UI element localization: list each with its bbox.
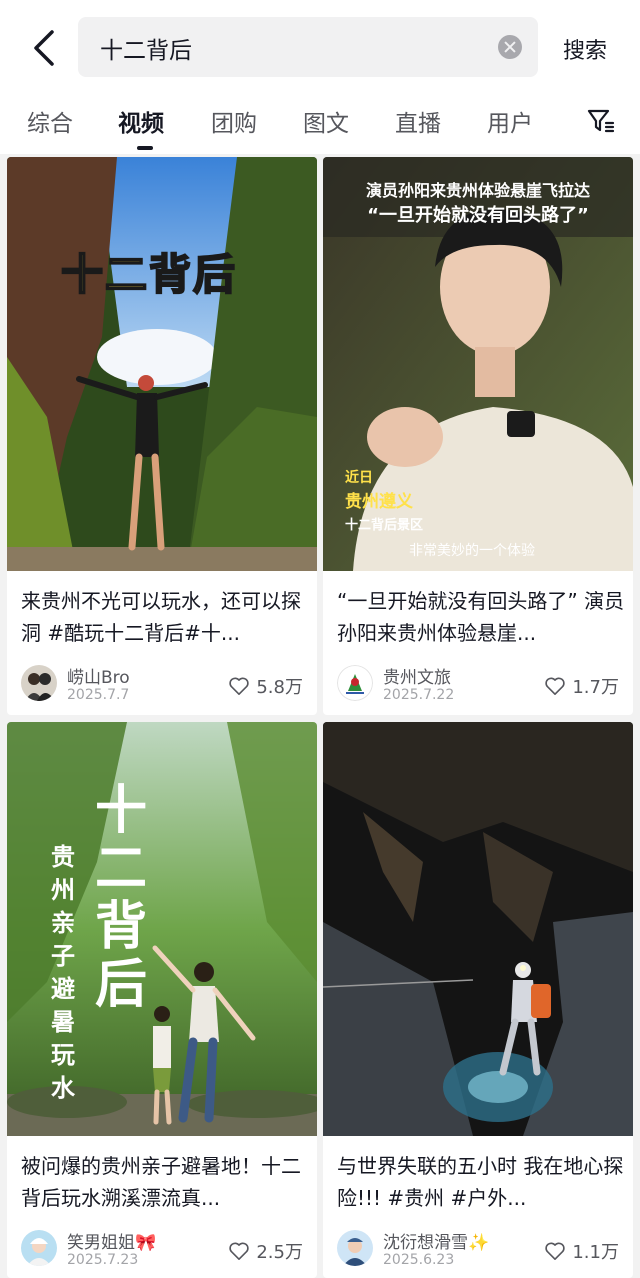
cover-vertical-text: 贵州亲子避暑玩水 (51, 842, 75, 1102)
cover-caption-2: “一旦开始就没有回头路了” (367, 205, 589, 226)
tab-all[interactable]: 综合 (27, 104, 73, 138)
like-count-value: 2.5万 (256, 1242, 303, 1263)
tab-bar: 综合 视频 团购 图文 直播 用户 (0, 94, 640, 154)
filter-icon[interactable] (586, 106, 616, 136)
author-name[interactable]: 贵州文旅 (383, 663, 451, 688)
heart-icon (545, 677, 566, 695)
heart-icon (545, 1242, 566, 1260)
search-query: 十二背后 (100, 38, 192, 64)
video-cover[interactable]: 演员孙阳来贵州体验悬崖飞拉达 “一旦开始就没有回头路了” 近日 贵州遵义 十二背… (323, 157, 633, 571)
video-card[interactable]: 十二背后 来贵州不光可以玩水，还可以探洞 #酷玩十二背后#十... 崂山Bro … (7, 157, 317, 715)
post-date: 2025.7.22 (383, 687, 455, 703)
like-count-value: 5.8万 (256, 677, 303, 698)
back-arrow-icon[interactable] (24, 22, 68, 74)
tab-live[interactable]: 直播 (395, 104, 441, 138)
avatar[interactable] (21, 1230, 57, 1266)
video-title[interactable]: “一旦开始就没有回头路了” 演员孙阳来贵州体验悬崖... (337, 585, 625, 649)
video-cover[interactable]: 十二背后 (7, 157, 317, 571)
video-title[interactable]: 被问爆的贵州亲子避暑地！十二背后玩水溯溪漂流真... (21, 1150, 309, 1214)
tab-group-buy[interactable]: 团购 (211, 104, 257, 138)
search-input[interactable]: 十二背后 (78, 17, 538, 77)
like-count[interactable]: 1.7万 (544, 673, 619, 699)
video-cover[interactable]: 十二背后 贵州亲子避暑玩水 (7, 722, 317, 1136)
like-count-value: 1.7万 (572, 677, 619, 698)
like-count-value: 1.1万 (572, 1242, 619, 1263)
video-card[interactable]: 十二背后 贵州亲子避暑玩水 被问爆的贵州亲子避暑地！十二背后玩水溯溪漂流真...… (7, 722, 317, 1278)
like-count[interactable]: 5.8万 (228, 673, 303, 699)
heart-icon (229, 677, 250, 695)
search-button[interactable]: 搜索 (563, 33, 607, 65)
video-title[interactable]: 与世界失联的五小时 我在地心探险!!! #贵州 #户外... (337, 1150, 625, 1214)
post-date: 2025.7.7 (67, 687, 130, 703)
avatar[interactable] (337, 1230, 373, 1266)
cover-caption-1: 演员孙阳来贵州体验悬崖飞拉达 (365, 181, 590, 200)
cover-title: 十二背后 (60, 249, 238, 300)
cover-location-2: 贵州遵义 (345, 492, 413, 512)
top-bar: 十二背后 搜索 (0, 0, 640, 94)
like-count[interactable]: 1.1万 (544, 1238, 619, 1264)
video-card[interactable]: 与世界失联的五小时 我在地心探险!!! #贵州 #户外... 沈衍想滑雪✨ 20… (323, 722, 633, 1278)
cover-title: 十二背后 (94, 780, 147, 1015)
tab-image-text[interactable]: 图文 (303, 104, 349, 138)
tab-users[interactable]: 用户 (487, 104, 533, 138)
heart-icon (229, 1242, 250, 1260)
clear-icon[interactable] (498, 35, 522, 59)
author-name[interactable]: 沈衍想滑雪✨ (383, 1228, 489, 1253)
avatar[interactable] (337, 665, 373, 701)
tab-video[interactable]: 视频 (118, 104, 164, 138)
author-name[interactable]: 崂山Bro (67, 663, 130, 688)
video-card[interactable]: 演员孙阳来贵州体验悬崖飞拉达 “一旦开始就没有回头路了” 近日 贵州遵义 十二背… (323, 157, 633, 715)
author-name[interactable]: 笑男姐姐🎀 (67, 1228, 156, 1253)
video-title[interactable]: 来贵州不光可以玩水，还可以探洞 #酷玩十二背后#十... (21, 585, 309, 649)
post-date: 2025.6.23 (383, 1252, 455, 1268)
video-cover[interactable] (323, 722, 633, 1136)
like-count[interactable]: 2.5万 (228, 1238, 303, 1264)
cover-subtitle: 非常美妙的一个体验 (409, 543, 535, 559)
post-date: 2025.7.23 (67, 1252, 139, 1268)
cover-location-3: 十二背后景区 (345, 518, 424, 533)
cover-location-1: 近日 (345, 470, 373, 486)
active-tab-indicator (137, 146, 153, 150)
avatar[interactable] (21, 665, 57, 701)
